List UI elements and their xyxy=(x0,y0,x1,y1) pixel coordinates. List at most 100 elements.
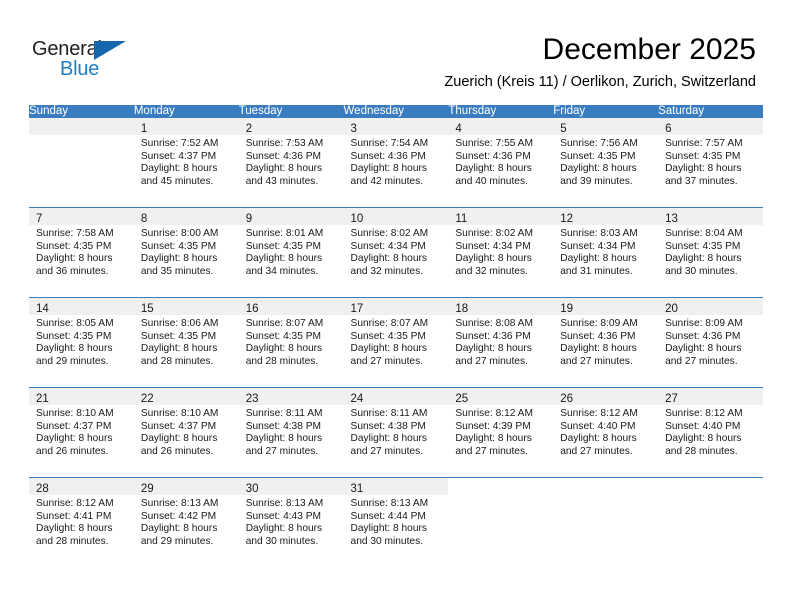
daylight-text-line1: Daylight: 8 hours xyxy=(455,163,532,175)
sunrise-text: Sunrise: 8:02 AM xyxy=(455,228,533,239)
calendar-day-cell[interactable]: 15 Sunrise: 8:06 AM Sunset: 4:35 PM Dayligh… xyxy=(133,297,239,388)
sunset-text: Sunset: 4:35 PM xyxy=(36,240,112,252)
calendar-day-cell[interactable]: 28 Sunrise: 8:12 AM Sunset: 4:41 PM Dayligh… xyxy=(29,477,134,567)
day-number-band: 12 xyxy=(553,208,659,225)
day-number-band: 30 xyxy=(238,478,344,495)
calendar-day-cell[interactable]: 25 Sunrise: 8:12 AM Sunset: 4:39 PM Dayligh… xyxy=(448,387,554,478)
calendar-day-cell[interactable]: 11 Sunrise: 8:02 AM Sunset: 4:34 PM Dayligh… xyxy=(448,207,554,298)
calendar-day-cell[interactable]: 18 Sunrise: 8:08 AM Sunset: 4:36 PM Dayligh… xyxy=(448,297,554,388)
calendar-day-cell[interactable]: 30 Sunrise: 8:13 AM Sunset: 4:43 PM Dayligh… xyxy=(238,477,344,567)
calendar-day-cell[interactable]: 16 Sunrise: 8:07 AM Sunset: 4:35 PM Dayligh… xyxy=(238,297,344,388)
sunset-text: Sunset: 4:35 PM xyxy=(560,150,636,162)
day-number-band xyxy=(29,118,134,135)
calendar-day-cell[interactable]: 1 Sunrise: 7:52 AM Sunset: 4:37 PM Daylight… xyxy=(133,117,239,208)
daylight-text-line1: Daylight: 8 hours xyxy=(350,523,427,535)
day-sun-info: Sunrise: 8:03 AM Sunset: 4:34 PM Daylight:… xyxy=(553,225,658,278)
daylight-text-line2: and 34 minutes. xyxy=(245,265,319,277)
calendar-day-cell[interactable]: 14 Sunrise: 8:05 AM Sunset: 4:35 PM Dayligh… xyxy=(29,297,134,388)
calendar-day-cell[interactable] xyxy=(29,117,134,208)
day-number: 10 xyxy=(350,213,364,225)
calendar-body: 1 Sunrise: 7:52 AM Sunset: 4:37 PM Daylight… xyxy=(29,117,763,567)
day-number-band: 26 xyxy=(553,388,659,405)
page-title: December 2025 xyxy=(542,33,756,66)
day-number: 22 xyxy=(140,393,154,405)
sunrise-text: Sunrise: 7:58 AM xyxy=(36,228,114,239)
daylight-text-line2: and 36 minutes. xyxy=(36,265,109,277)
day-number-band: 11 xyxy=(448,208,554,225)
daylight-text-line1: Daylight: 8 hours xyxy=(560,433,637,445)
day-number: 17 xyxy=(350,303,364,315)
weekday-header-friday: Friday xyxy=(553,105,659,118)
weekday-header-saturday: Saturday xyxy=(658,105,763,118)
daylight-text-line2: and 37 minutes. xyxy=(665,175,738,187)
calendar-day-cell[interactable]: 19 Sunrise: 8:09 AM Sunset: 4:36 PM Dayligh… xyxy=(553,297,659,388)
day-number: 3 xyxy=(350,123,357,135)
calendar-day-cell[interactable] xyxy=(658,477,763,567)
general-blue-logo[interactable]: General Blue xyxy=(32,38,152,84)
sunrise-text: Sunrise: 8:03 AM xyxy=(560,228,638,239)
day-number: 8 xyxy=(140,213,148,225)
calendar-day-cell[interactable]: 3 Sunrise: 7:54 AM Sunset: 4:36 PM Daylight… xyxy=(343,117,449,208)
calendar-day-cell[interactable]: 24 Sunrise: 8:11 AM Sunset: 4:38 PM Dayligh… xyxy=(343,387,449,478)
sunrise-text: Sunrise: 8:11 AM xyxy=(245,408,323,419)
daylight-text-line1: Daylight: 8 hours xyxy=(665,253,742,265)
calendar-day-cell[interactable]: 17 Sunrise: 8:07 AM Sunset: 4:35 PM Dayligh… xyxy=(343,297,449,388)
calendar-day-cell[interactable]: 29 Sunrise: 8:13 AM Sunset: 4:42 PM Dayligh… xyxy=(133,477,239,567)
sunrise-text: Sunrise: 7:53 AM xyxy=(245,138,324,149)
sunrise-text: Sunrise: 8:08 AM xyxy=(455,318,533,329)
calendar-day-cell[interactable]: 12 Sunrise: 8:03 AM Sunset: 4:34 PM Dayligh… xyxy=(553,207,659,298)
day-cell-content: 30 Sunrise: 8:13 AM Sunset: 4:43 PM Dayligh… xyxy=(238,478,344,567)
day-sun-info: Sunrise: 7:52 AM Sunset: 4:37 PM Daylight:… xyxy=(134,135,239,188)
calendar-day-cell[interactable]: 21 Sunrise: 8:10 AM Sunset: 4:37 PM Dayligh… xyxy=(29,387,134,478)
day-cell-content: 22 Sunrise: 8:10 AM Sunset: 4:37 PM Dayligh… xyxy=(133,388,239,477)
weekday-header-sunday: Sunday xyxy=(29,105,134,118)
calendar-day-cell[interactable]: 7 Sunrise: 7:58 AM Sunset: 4:35 PM Daylight… xyxy=(29,207,134,298)
day-cell-content: 23 Sunrise: 8:11 AM Sunset: 4:38 PM Dayligh… xyxy=(238,388,344,477)
day-number-band: 20 xyxy=(658,298,763,315)
calendar-day-cell[interactable]: 23 Sunrise: 8:11 AM Sunset: 4:38 PM Dayligh… xyxy=(238,387,344,478)
day-number-band: 24 xyxy=(343,388,449,405)
day-cell-content: 20 Sunrise: 8:09 AM Sunset: 4:36 PM Dayligh… xyxy=(658,298,763,387)
calendar-day-cell[interactable]: 10 Sunrise: 8:02 AM Sunset: 4:34 PM Dayligh… xyxy=(343,207,449,298)
day-sun-info: Sunrise: 8:12 AM Sunset: 4:40 PM Daylight:… xyxy=(553,405,658,458)
sunset-text: Sunset: 4:34 PM xyxy=(350,240,426,252)
day-sun-info: Sunrise: 7:54 AM Sunset: 4:36 PM Daylight:… xyxy=(344,135,449,188)
calendar-day-cell[interactable]: 5 Sunrise: 7:56 AM Sunset: 4:35 PM Daylight… xyxy=(553,117,659,208)
calendar-week-row: 21 Sunrise: 8:10 AM Sunset: 4:37 PM Dayligh… xyxy=(29,387,763,478)
calendar-day-cell[interactable]: 27 Sunrise: 8:12 AM Sunset: 4:40 PM Dayligh… xyxy=(658,387,763,478)
day-number-band: 31 xyxy=(343,478,449,495)
calendar-day-cell[interactable] xyxy=(553,477,659,567)
page-header: General Blue December 2025 Zuerich (Krei… xyxy=(0,0,792,104)
sunset-text: Sunset: 4:36 PM xyxy=(455,150,531,162)
title-block: December 2025 Zuerich (Kreis 11) / Oerli… xyxy=(444,32,756,92)
sunset-text: Sunset: 4:35 PM xyxy=(245,330,322,342)
sunrise-text: Sunrise: 8:10 AM xyxy=(140,408,219,419)
day-number: 1 xyxy=(140,123,148,135)
daylight-text-line1: Daylight: 8 hours xyxy=(140,433,218,445)
day-cell-content: 8 Sunrise: 8:00 AM Sunset: 4:35 PM Daylight… xyxy=(133,208,239,297)
calendar-day-cell[interactable]: 13 Sunrise: 8:04 AM Sunset: 4:35 PM Dayligh… xyxy=(658,207,763,298)
day-number-band: 7 xyxy=(29,208,134,225)
calendar-day-cell[interactable]: 6 Sunrise: 7:57 AM Sunset: 4:35 PM Daylight… xyxy=(658,117,763,208)
day-number: 31 xyxy=(350,483,364,495)
calendar-day-cell[interactable]: 20 Sunrise: 8:09 AM Sunset: 4:36 PM Dayligh… xyxy=(658,297,763,388)
daylight-text-line2: and 32 minutes. xyxy=(455,265,528,277)
daylight-text-line1: Daylight: 8 hours xyxy=(36,523,113,535)
calendar-day-cell[interactable]: 4 Sunrise: 7:55 AM Sunset: 4:36 PM Daylight… xyxy=(448,117,554,208)
sunrise-text: Sunrise: 8:13 AM xyxy=(350,498,429,509)
calendar-day-cell[interactable]: 2 Sunrise: 7:53 AM Sunset: 4:36 PM Daylight… xyxy=(238,117,344,208)
calendar-day-cell[interactable]: 31 Sunrise: 8:13 AM Sunset: 4:44 PM Dayligh… xyxy=(343,477,449,567)
calendar-day-cell[interactable]: 26 Sunrise: 8:12 AM Sunset: 4:40 PM Dayligh… xyxy=(553,387,659,478)
day-number: 9 xyxy=(245,213,253,225)
day-cell-content xyxy=(553,478,658,567)
day-sun-info: Sunrise: 7:55 AM Sunset: 4:36 PM Daylight:… xyxy=(448,135,553,188)
calendar-day-cell[interactable]: 8 Sunrise: 8:00 AM Sunset: 4:35 PM Daylight… xyxy=(133,207,239,298)
calendar-day-cell[interactable] xyxy=(448,477,554,567)
day-number: 6 xyxy=(665,123,672,135)
day-sun-info: Sunrise: 8:13 AM Sunset: 4:44 PM Daylight:… xyxy=(344,495,449,548)
calendar-day-cell[interactable]: 22 Sunrise: 8:10 AM Sunset: 4:37 PM Dayligh… xyxy=(133,387,239,478)
weekday-header-monday: Monday xyxy=(133,105,239,118)
day-number: 2 xyxy=(245,123,253,135)
calendar-day-cell[interactable]: 9 Sunrise: 8:01 AM Sunset: 4:35 PM Daylight… xyxy=(238,207,344,298)
day-number-band: 8 xyxy=(133,208,239,225)
